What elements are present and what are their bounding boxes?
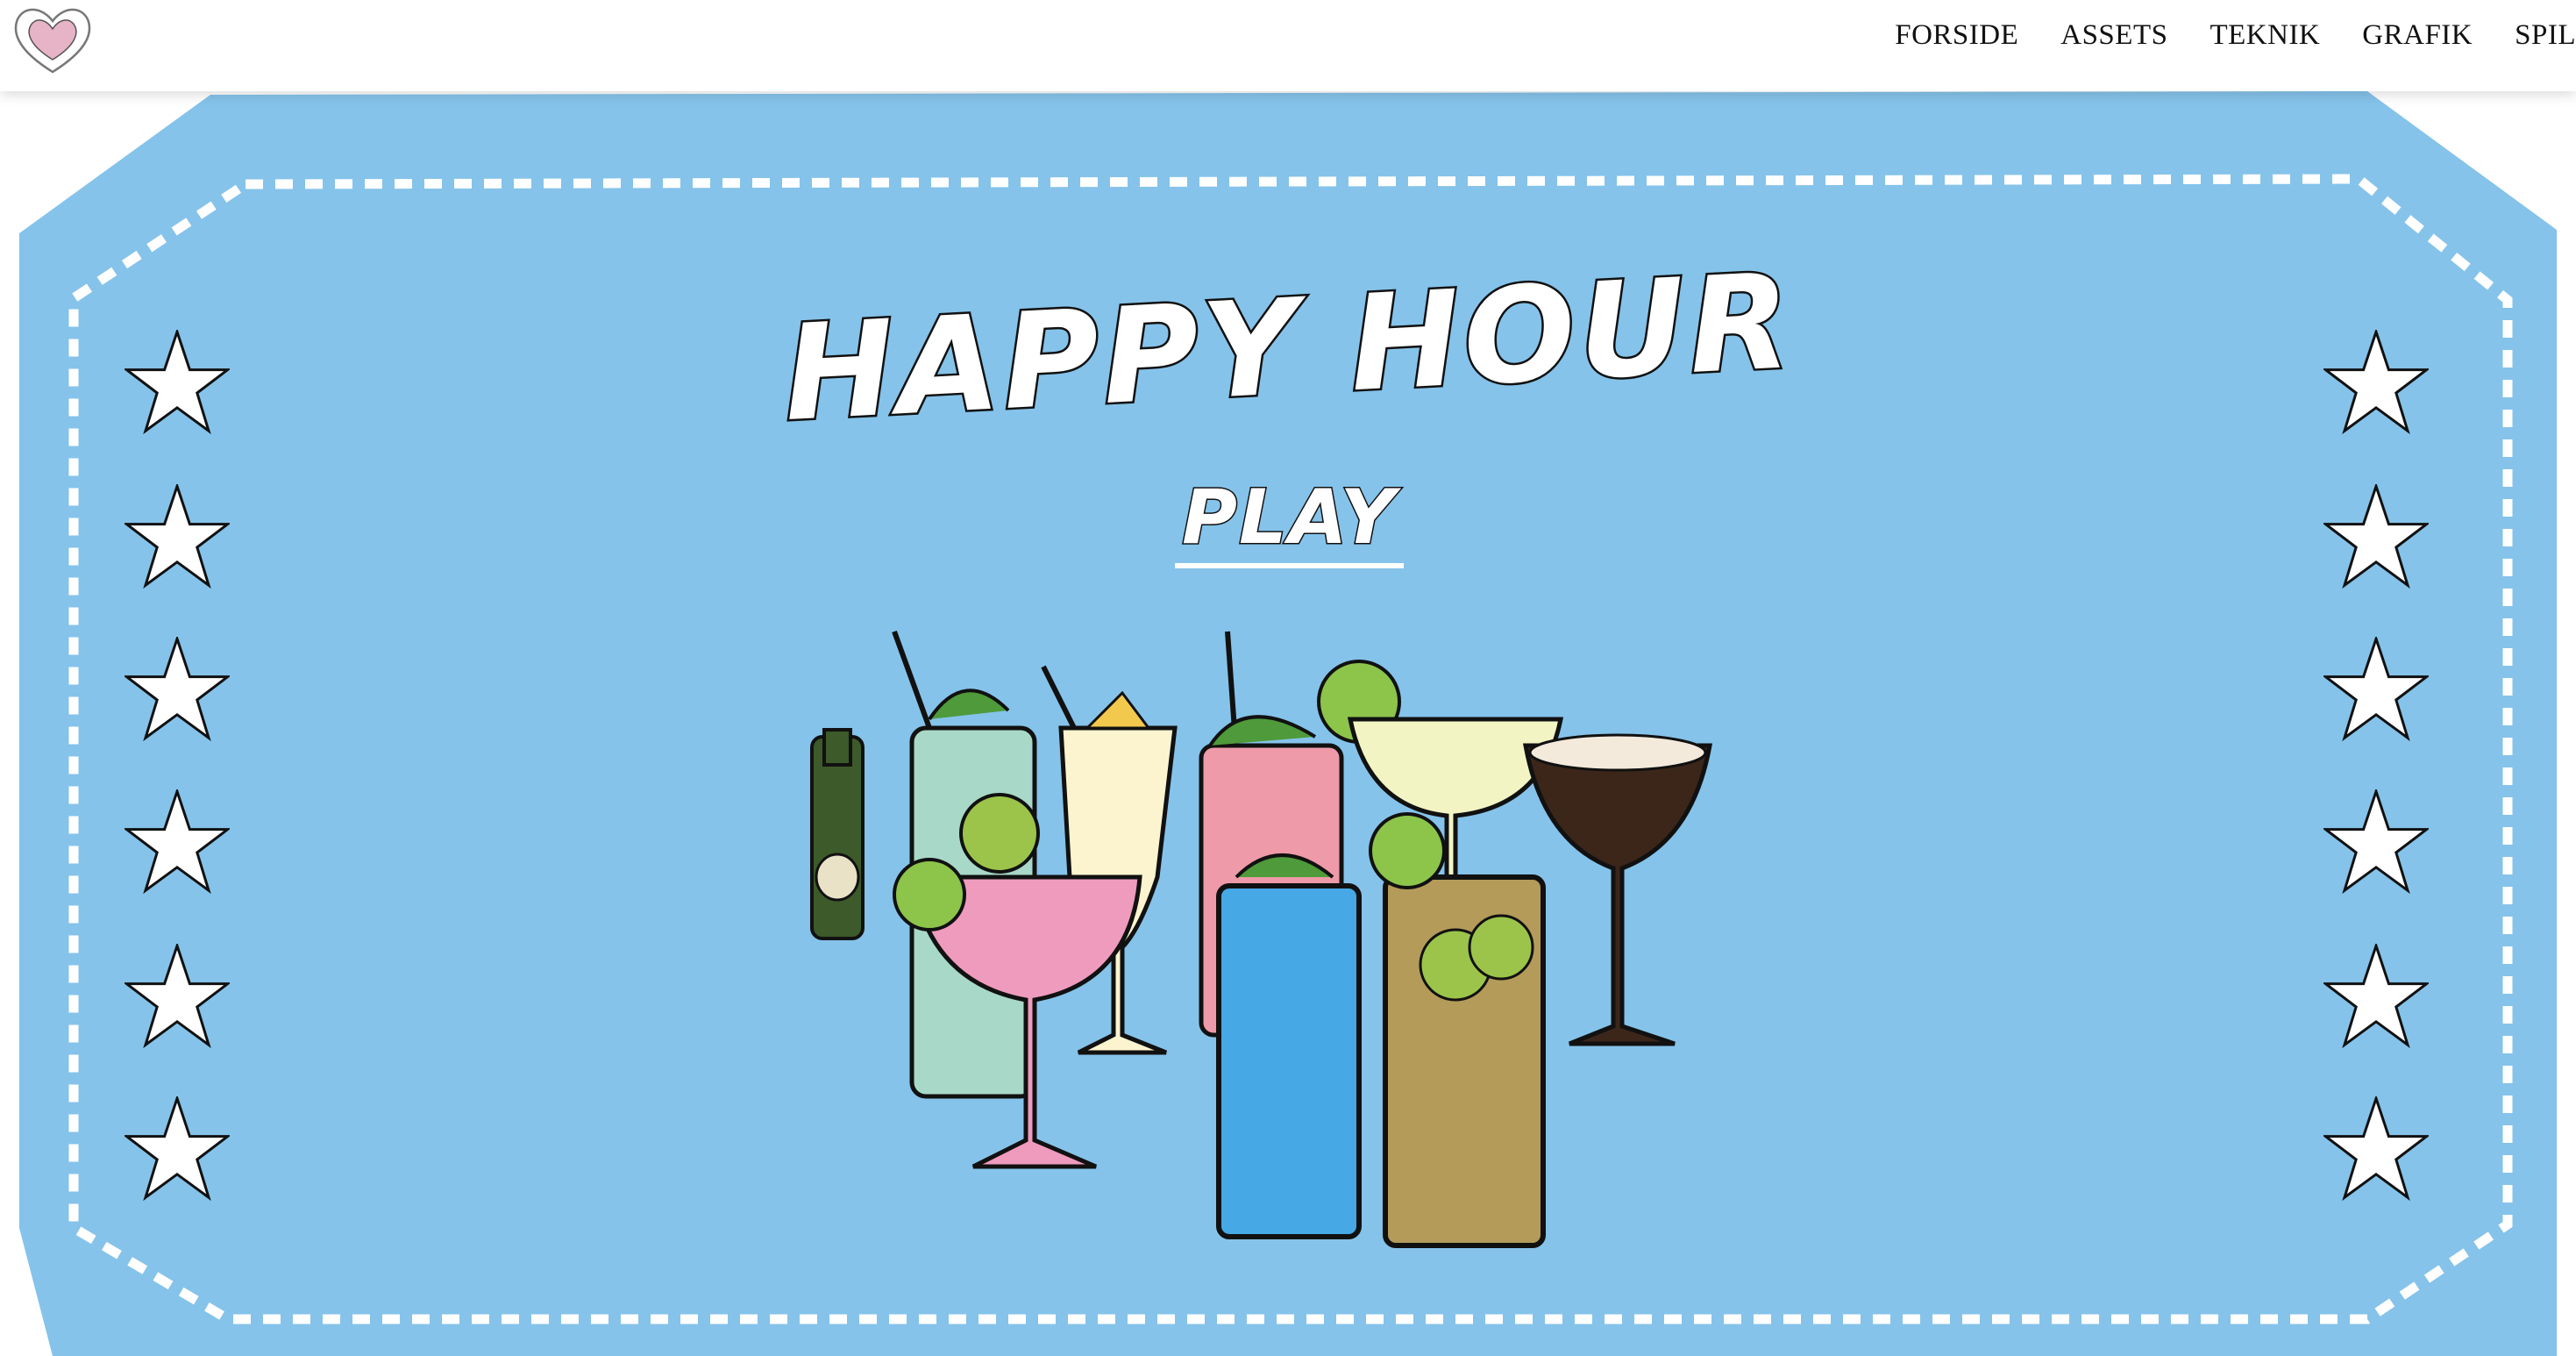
star-icon	[125, 637, 230, 742]
nav-link-teknik[interactable]: TEKNIK	[2210, 19, 2320, 52]
nav-link-assets[interactable]: ASSETS	[2060, 19, 2167, 52]
pina-colada-glass-icon	[1041, 665, 1178, 1055]
cocktails-illustration	[810, 630, 1712, 1248]
star-icon	[125, 944, 230, 1049]
game-stage: HAPPY HOUR PLAY	[0, 0, 2576, 1356]
game-title: HAPPY HOUR	[778, 243, 1799, 453]
star-icon	[2323, 637, 2429, 742]
nav-item-forside: FORSIDE	[1895, 19, 2018, 52]
star-icon	[2323, 330, 2429, 435]
heart-icon[interactable]	[9, 2, 96, 77]
nav-link-grafik[interactable]: GRAFIK	[2362, 19, 2473, 52]
nav-item-assets: ASSETS	[2060, 19, 2167, 52]
star-icon	[125, 330, 230, 435]
star-icon	[2323, 944, 2429, 1049]
main-navigation: FORSIDE ASSETS TEKNIK GRAFIK SPIL	[1895, 19, 2576, 52]
star-icon	[125, 1096, 230, 1202]
play-button[interactable]: PLAY	[1175, 473, 1404, 570]
nav-item-grafik: GRAFIK	[2362, 19, 2473, 52]
espresso-martini-glass-icon	[1523, 733, 1712, 1046]
blue-highball-glass-icon	[1216, 853, 1362, 1239]
star-icon	[2323, 484, 2429, 589]
nav-item-teknik: TEKNIK	[2210, 19, 2320, 52]
iced-tea-glass-icon	[1369, 812, 1546, 1248]
star-icon	[2323, 789, 2429, 895]
nav-item-spil: SPIL	[2515, 19, 2576, 52]
star-icon	[125, 484, 230, 589]
star-icon	[125, 789, 230, 895]
star-icon	[2323, 1096, 2429, 1202]
top-navigation-bar: FORSIDE ASSETS TEKNIK GRAFIK SPIL	[0, 0, 2576, 91]
play-label: PLAY	[1175, 473, 1404, 568]
nav-link-forside[interactable]: FORSIDE	[1895, 19, 2018, 52]
title-wrap: HAPPY HOUR	[772, 243, 1806, 509]
beer-bottle-icon	[810, 728, 865, 940]
nav-link-spil[interactable]: SPIL	[2515, 19, 2576, 52]
